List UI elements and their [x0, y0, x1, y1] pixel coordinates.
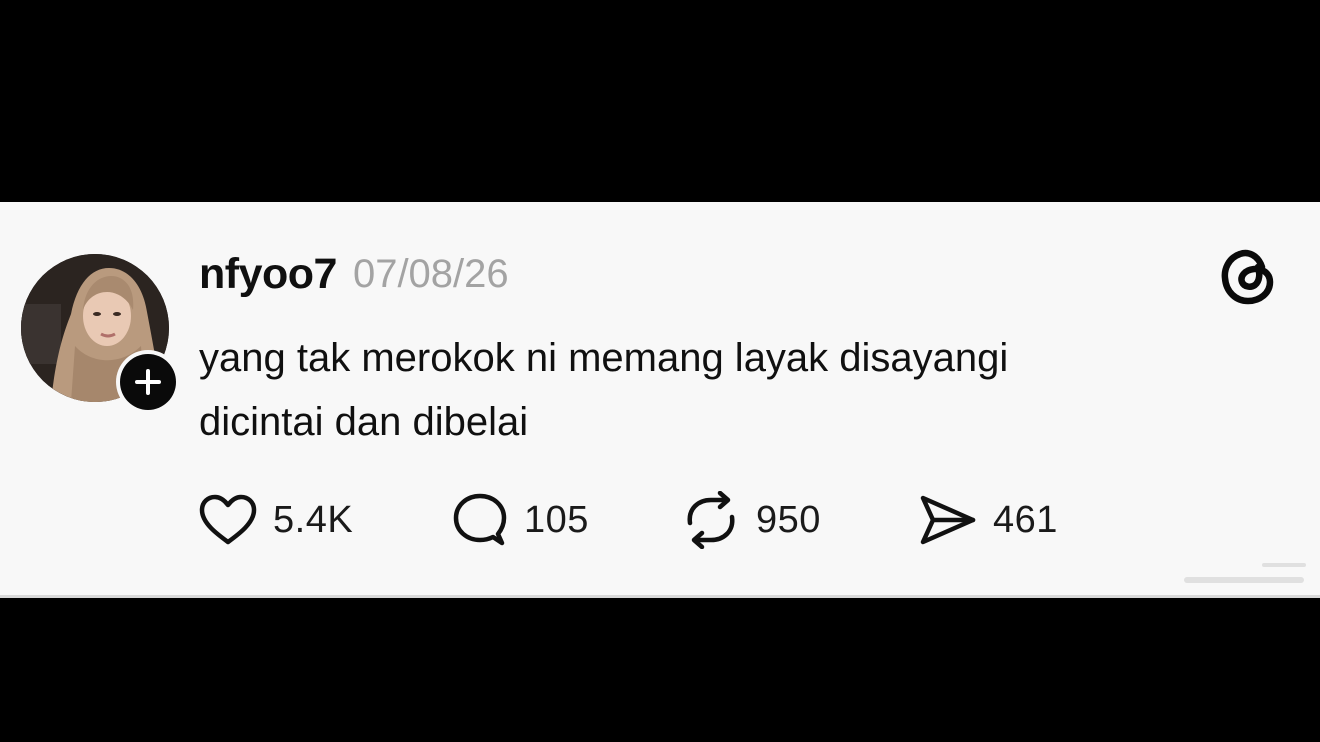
- threads-logo-icon[interactable]: [1218, 245, 1278, 307]
- post-text-line: dicintai dan dibelai: [199, 400, 529, 444]
- repost-button[interactable]: 950: [680, 490, 821, 550]
- like-count: 5.4K: [273, 498, 354, 541]
- post-timestamp: 07/08/26: [352, 251, 509, 296]
- video-frame: nfyoo7 07/08/26 yang tak merokok ni mema…: [0, 0, 1320, 742]
- share-count: 461: [993, 498, 1058, 541]
- heart-icon: [199, 494, 257, 545]
- username[interactable]: nfyoo7: [199, 250, 337, 299]
- post-header: nfyoo7 07/08/26: [199, 246, 509, 302]
- repost-count: 950: [756, 498, 821, 541]
- thread-post-card: nfyoo7 07/08/26 yang tak merokok ni mema…: [0, 202, 1320, 598]
- repost-arrows-icon: [687, 491, 735, 549]
- post-body: yang tak merokok ni memang layak disayan…: [199, 326, 1279, 454]
- follow-button-inner: [120, 354, 176, 410]
- like-button[interactable]: 5.4K: [197, 490, 353, 550]
- speech-bubble-icon: [453, 493, 507, 546]
- reply-count: 105: [524, 498, 589, 541]
- share-button[interactable]: 461: [917, 490, 1058, 550]
- action-bar: 5.4K 105 950 461: [197, 490, 1197, 550]
- plus-icon: [135, 369, 161, 395]
- paper-plane-icon: [920, 495, 976, 545]
- follow-button[interactable]: [116, 350, 180, 414]
- post-text-line: yang tak merokok ni memang layak disayan…: [199, 336, 1009, 380]
- watermark: [1184, 563, 1306, 583]
- reply-button[interactable]: 105: [450, 490, 589, 550]
